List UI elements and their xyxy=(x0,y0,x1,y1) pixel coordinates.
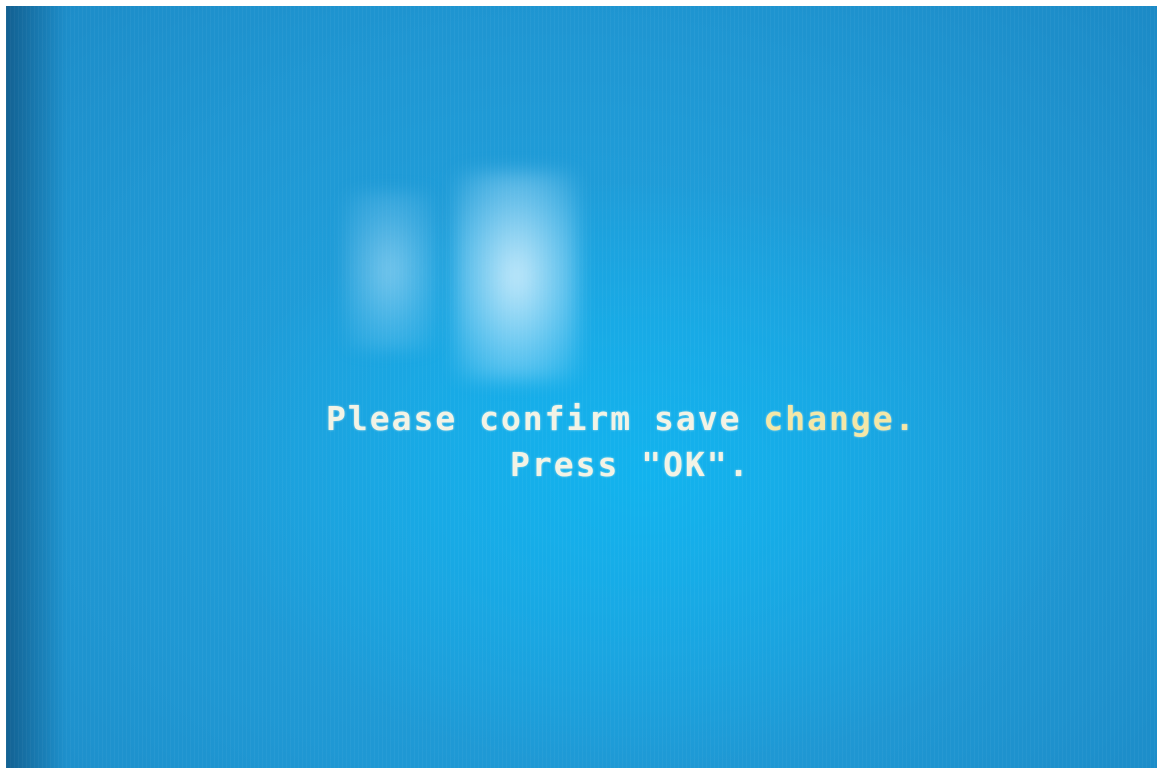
change-text: change. xyxy=(763,399,917,438)
press-ok-line: Press "OK". xyxy=(510,445,751,484)
photo-frame: Please confirm save change. Press "OK". xyxy=(0,0,1157,768)
glare-reflection-right xyxy=(454,171,579,381)
confirm-text: Please confirm save xyxy=(326,399,764,438)
bios-screen: Please confirm save change. Press "OK". xyxy=(6,6,1157,768)
glare-reflection-left xyxy=(344,191,436,351)
screen-scanlines xyxy=(6,6,1157,768)
confirm-line: Please confirm save change. xyxy=(326,399,916,438)
